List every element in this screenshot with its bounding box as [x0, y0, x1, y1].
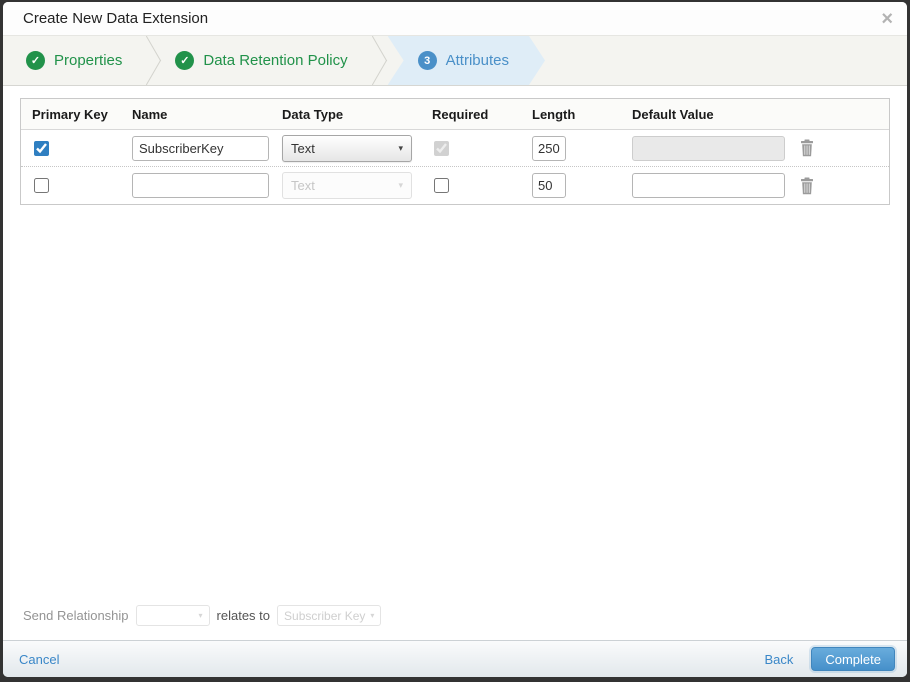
required-checkbox[interactable] [434, 178, 449, 193]
send-relationship-target-value: Subscriber Key [284, 608, 366, 623]
step-number-badge: 3 [418, 51, 437, 70]
modal-title: Create New Data Extension [23, 10, 209, 27]
step-label: Data Retention Policy [203, 52, 348, 69]
default-value-input[interactable] [632, 173, 785, 198]
modal-footer: Cancel Back Complete [3, 640, 907, 677]
wizard-step-bar: ✓ Properties ✓ Data Retention Policy 3 A… [3, 35, 907, 86]
chevron-down-icon: ▾ [398, 142, 403, 153]
col-header-data-type: Data Type [282, 106, 344, 122]
check-icon: ✓ [175, 51, 195, 70]
data-type-select[interactable]: Text ▾ [282, 134, 412, 162]
send-relationship-source-select[interactable]: ▾ [135, 605, 210, 626]
chevron-down-icon: ▾ [398, 180, 403, 190]
col-header-required: Required [432, 106, 489, 122]
name-input[interactable] [132, 173, 269, 198]
step-properties[interactable]: ✓ Properties [13, 36, 146, 85]
step-label: Attributes [445, 52, 509, 69]
complete-button[interactable]: Complete [811, 647, 895, 671]
back-link[interactable]: Back [764, 652, 793, 667]
send-relationship-target-select[interactable]: Subscriber Key ▾ [277, 605, 382, 626]
table-header-row: Primary Key Name Data Type Required Leng… [21, 99, 889, 130]
modal-title-bar: Create New Data Extension × [3, 2, 907, 35]
step-label: Properties [54, 52, 123, 69]
col-header-name: Name [132, 106, 168, 122]
delete-row-button[interactable] [797, 137, 817, 159]
data-type-select[interactable]: Text ▾ [282, 172, 412, 199]
trash-icon [801, 139, 813, 157]
name-input[interactable] [132, 135, 269, 161]
length-input[interactable] [532, 135, 566, 161]
primary-key-checkbox[interactable] [34, 140, 49, 156]
create-data-extension-modal: Create New Data Extension × ✓ Properties… [3, 2, 907, 677]
default-value-input[interactable] [632, 135, 785, 161]
table-row: Text ▾ [21, 167, 889, 204]
primary-key-checkbox[interactable] [34, 178, 49, 193]
length-input[interactable] [532, 173, 566, 198]
required-checkbox[interactable] [434, 140, 449, 156]
trash-icon [801, 177, 813, 194]
step-separator [371, 36, 388, 85]
col-header-primary-key: Primary Key [32, 106, 108, 122]
col-header-length: Length [532, 106, 576, 122]
chevron-down-icon: ▾ [370, 611, 375, 620]
send-relationship-row: Send Relationship ▾ relates to Subscribe… [3, 605, 907, 640]
check-icon: ✓ [26, 51, 45, 70]
close-icon[interactable]: × [881, 9, 893, 29]
step-data-retention-policy[interactable]: ✓ Data Retention Policy [162, 36, 371, 85]
data-type-value: Text [291, 140, 315, 156]
modal-content: Primary Key Name Data Type Required Leng… [3, 86, 907, 640]
table-row: Text ▾ [21, 130, 889, 167]
data-type-value: Text [291, 178, 315, 193]
send-relationship-label: Send Relationship [23, 608, 129, 623]
step-attributes[interactable]: 3 Attributes [388, 36, 545, 85]
attributes-table: Primary Key Name Data Type Required Leng… [20, 98, 890, 205]
chevron-down-icon: ▾ [198, 611, 203, 620]
delete-row-button[interactable] [797, 175, 817, 197]
step-separator [146, 36, 162, 85]
cancel-link[interactable]: Cancel [19, 652, 59, 667]
relates-to-label: relates to [216, 608, 271, 623]
col-header-default-value: Default Value [632, 106, 714, 122]
